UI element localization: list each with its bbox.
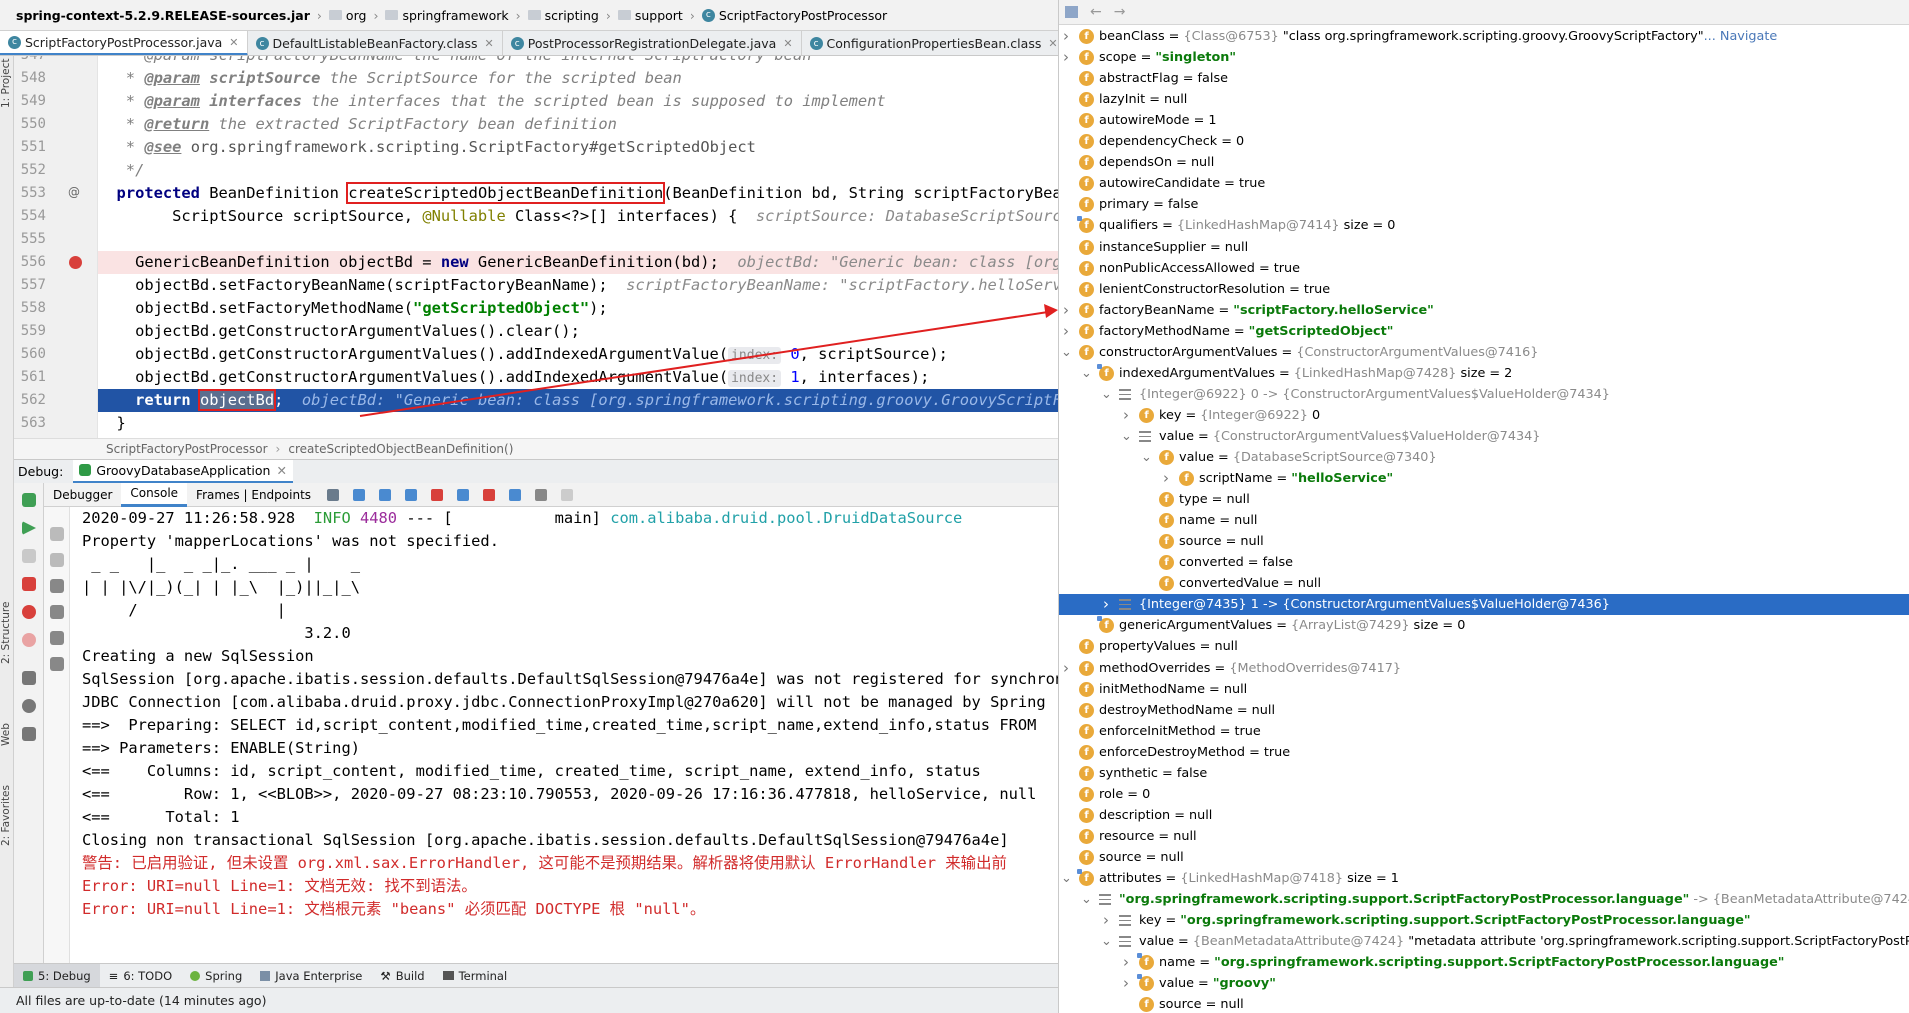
- annotation-arrow: [359, 304, 1058, 417]
